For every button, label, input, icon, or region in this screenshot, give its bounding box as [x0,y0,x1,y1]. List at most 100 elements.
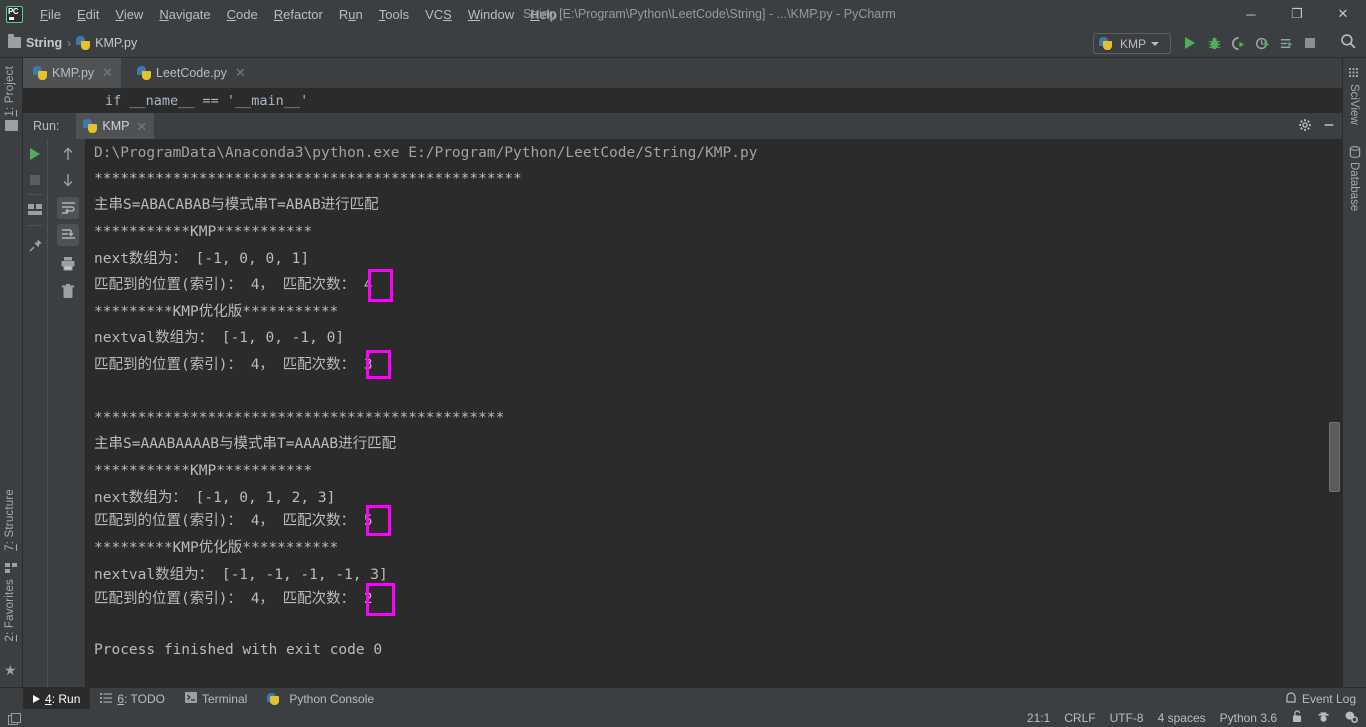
terminal-icon [185,692,197,706]
tab-leetcode-py[interactable]: LeetCode.py ✕ [127,58,254,88]
settings-icon[interactable] [1344,710,1358,726]
menu-code[interactable]: Code [219,3,266,26]
console-line: 匹配到的位置(索引)： 4， 匹配次数： 5 [94,513,373,529]
console-line: Process finished with exit code 0 [94,642,382,658]
close-icon[interactable]: ✕ [137,119,147,134]
menu-vcs[interactable]: VCS [417,3,460,26]
sidebar-item-sciview[interactable]: SciView [1348,84,1360,125]
indent-setting[interactable]: 4 spaces [1158,711,1206,725]
rerun-button[interactable] [26,145,44,163]
down-button[interactable] [57,169,79,191]
profile-button[interactable] [1250,31,1274,55]
highlight-box-match-count-3 [366,505,391,536]
sidebar-item-structure[interactable]: 7: Structure [4,489,16,551]
window-controls: ─ ❐ ✕ [1228,0,1366,28]
stop-button[interactable] [1298,31,1322,55]
run-console-button[interactable] [1274,31,1298,55]
gear-icon[interactable] [1298,118,1312,135]
lock-icon[interactable] [1291,710,1303,726]
highlight-box-match-count-1 [368,269,393,302]
python-icon [267,693,279,705]
breadcrumb-project[interactable]: String [26,36,62,50]
console-line: *********KMP优化版*********** [94,304,338,320]
soft-wrap-button[interactable] [57,197,79,219]
run-tool-window-header: Run: KMP ✕ [23,113,1342,139]
console-line: ***********KMP*********** [94,224,312,240]
stop-button[interactable] [26,171,44,189]
layout-button[interactable] [26,201,44,219]
maximize-button[interactable]: ❐ [1274,0,1320,28]
run-configuration-selector[interactable]: KMP [1093,33,1171,54]
run-tab-kmp[interactable]: KMP ✕ [76,113,154,139]
console-line: ****************************************… [94,410,504,426]
play-icon [33,695,40,703]
highlight-box-match-count-2 [366,350,391,379]
sidebar-item-favorites[interactable]: 2: Favorites [4,579,16,642]
tab-kmp-py[interactable]: KMP.py ✕ [23,58,121,88]
minimize-icon[interactable] [1322,118,1336,135]
folder-icon [8,37,21,48]
python-interpreter[interactable]: Python 3.6 [1220,711,1277,725]
file-encoding[interactable]: UTF-8 [1110,711,1144,725]
bottom-tool-bar: 4: Run 6: TODO Terminal Python Console E… [0,687,1366,709]
breadcrumb: String › KMP.py [8,36,137,50]
menu-file[interactable]: File [32,3,69,26]
caret-position[interactable]: 21:1 [1027,711,1050,725]
python-file-icon [76,36,90,50]
tab-terminal[interactable]: Terminal [175,688,257,710]
title-bar: File Edit View Navigate Code Refactor Ru… [0,0,1366,28]
up-button[interactable] [57,143,79,165]
editor-tabs: KMP.py ✕ LeetCode.py ✕ [23,58,1342,88]
menu-window[interactable]: Window [460,3,522,26]
tab-run[interactable]: 4: Run [23,688,90,710]
database-icon [1349,146,1361,161]
console-line: 匹配到的位置(索引)： 4， 匹配次数： 4 [94,277,373,293]
console-scrollbar-thumb[interactable] [1329,422,1340,492]
left-tool-strip: 1: Project 7: Structure 2: Favorites ★ [0,58,23,687]
tab-python-console[interactable]: Python Console [257,688,384,710]
console-line: 匹配到的位置(索引)： 4， 匹配次数： 3 [94,357,373,373]
run-button[interactable] [1178,31,1202,55]
console-line: 主串S=AAABAAAAB与模式串T=AAAAB进行匹配 [94,436,396,452]
console-line: ***********KMP*********** [94,463,312,479]
console-line: next数组为： [-1, 0, 0, 1] [94,251,309,267]
hector-icon[interactable] [1317,710,1330,726]
breadcrumb-file[interactable]: KMP.py [95,36,137,50]
menu-run[interactable]: Run [331,3,371,26]
menu-edit[interactable]: Edit [69,3,107,26]
grid-icon [1349,68,1361,83]
menu-navigate[interactable]: Navigate [151,3,218,26]
python-file-icon [33,66,47,80]
pin-button[interactable] [26,236,44,254]
console-output[interactable]: D:\ProgramData\Anaconda3\python.exe E:/P… [85,139,1342,687]
chevron-down-icon [1151,42,1159,46]
console-line: D:\ProgramData\Anaconda3\python.exe E:/P… [94,145,757,161]
run-coverage-button[interactable] [1226,31,1250,55]
menu-tools[interactable]: Tools [371,3,417,26]
menu-refactor[interactable]: Refactor [266,3,331,26]
run-tab-label: KMP [102,119,129,133]
console-line: nextval数组为： [-1, -1, -1, -1, 3] [94,567,388,583]
trash-button[interactable] [57,280,79,302]
event-log-button[interactable]: Event Log [1285,688,1356,710]
line-separator[interactable]: CRLF [1064,711,1095,725]
sidebar-item-project[interactable]: 1: Project [4,66,16,117]
python-icon [1099,37,1112,50]
print-button[interactable] [57,252,79,274]
tab-todo[interactable]: 6: TODO [90,688,175,710]
debug-button[interactable] [1202,31,1226,55]
close-icon[interactable]: ✕ [102,65,113,81]
close-icon[interactable]: ✕ [235,65,246,81]
close-button[interactable]: ✕ [1320,0,1366,28]
scroll-to-end-button[interactable] [57,224,79,246]
console-line: 匹配到的位置(索引)： 4， 匹配次数： 2 [94,591,373,607]
menu-view[interactable]: View [107,3,151,26]
window-stack-icon[interactable] [8,713,19,724]
event-log-label: Event Log [1302,692,1356,706]
sidebar-item-database[interactable]: Database [1348,162,1360,211]
tab-label: LeetCode.py [156,66,227,80]
right-tool-strip: SciView Database [1342,58,1366,687]
minimize-button[interactable]: ─ [1228,0,1274,28]
console-line: 主串S=ABACABAB与模式串T=ABAB进行匹配 [94,197,379,213]
search-everywhere-button[interactable] [1340,33,1357,53]
